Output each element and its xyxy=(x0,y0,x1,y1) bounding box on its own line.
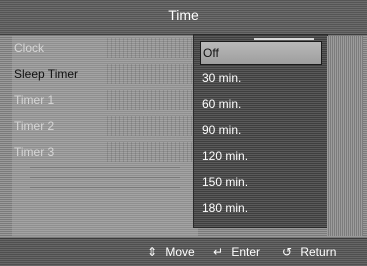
option-label: Off xyxy=(203,46,219,60)
option-off[interactable]: Off xyxy=(200,41,322,65)
menu-divider-lines xyxy=(30,167,180,197)
option-label: 30 min. xyxy=(202,71,242,85)
hint-enter-label: Enter xyxy=(231,245,261,259)
scroll-indicator xyxy=(254,38,314,40)
option-label: 180 min. xyxy=(202,201,249,215)
enter-icon: ↵ xyxy=(212,245,224,259)
menu-item-label: Timer 2 xyxy=(14,119,55,133)
menu-item-label: Timer 1 xyxy=(14,93,55,107)
menu-item-dots xyxy=(104,90,194,110)
option-30-min[interactable]: 30 min. xyxy=(200,67,320,89)
menu-item-dots xyxy=(104,116,194,136)
menu-item-dots xyxy=(104,38,194,58)
option-180-min[interactable]: 180 min. xyxy=(200,197,320,219)
option-60-min[interactable]: 60 min. xyxy=(200,93,320,115)
tv-menu-screen: Time Clock Sleep Timer Timer 1 Timer 2 T… xyxy=(0,0,367,266)
menu-item-timer-2[interactable]: Timer 2 xyxy=(14,116,194,136)
hint-enter: ↵ Enter xyxy=(212,244,260,260)
up-down-arrows-icon: ⇕ xyxy=(146,245,158,259)
menu-item-label: Sleep Timer xyxy=(14,67,79,81)
option-label: 90 min. xyxy=(202,123,242,137)
option-label: 150 min. xyxy=(202,175,249,189)
menu-item-dots xyxy=(104,64,194,84)
option-label: 60 min. xyxy=(202,97,242,111)
hint-return: ↺ Return xyxy=(281,244,336,260)
sleep-timer-dropdown: Off 30 min. 60 min. 90 min. 120 min. 150… xyxy=(193,34,328,228)
option-label: 120 min. xyxy=(202,149,249,163)
menu-item-sleep-timer[interactable]: Sleep Timer xyxy=(14,64,194,84)
menu-item-label: Clock xyxy=(14,41,45,55)
menu-item-clock[interactable]: Clock xyxy=(14,38,194,58)
menu-item-label: Timer 3 xyxy=(14,145,55,159)
title-bar: Time xyxy=(0,0,367,35)
menu-item-timer-1[interactable]: Timer 1 xyxy=(14,90,194,110)
hint-move: ⇕ Move xyxy=(146,244,195,260)
menu-title: Time xyxy=(168,7,199,23)
hint-move-label: Move xyxy=(165,245,195,259)
menu-item-timer-3[interactable]: Timer 3 xyxy=(14,142,194,162)
menu-item-dots xyxy=(104,142,194,162)
option-90-min[interactable]: 90 min. xyxy=(200,119,320,141)
option-150-min[interactable]: 150 min. xyxy=(200,171,320,193)
option-120-min[interactable]: 120 min. xyxy=(200,145,320,167)
return-icon: ↺ xyxy=(281,245,293,259)
hint-return-label: Return xyxy=(300,245,337,259)
right-side-panel xyxy=(327,36,363,236)
